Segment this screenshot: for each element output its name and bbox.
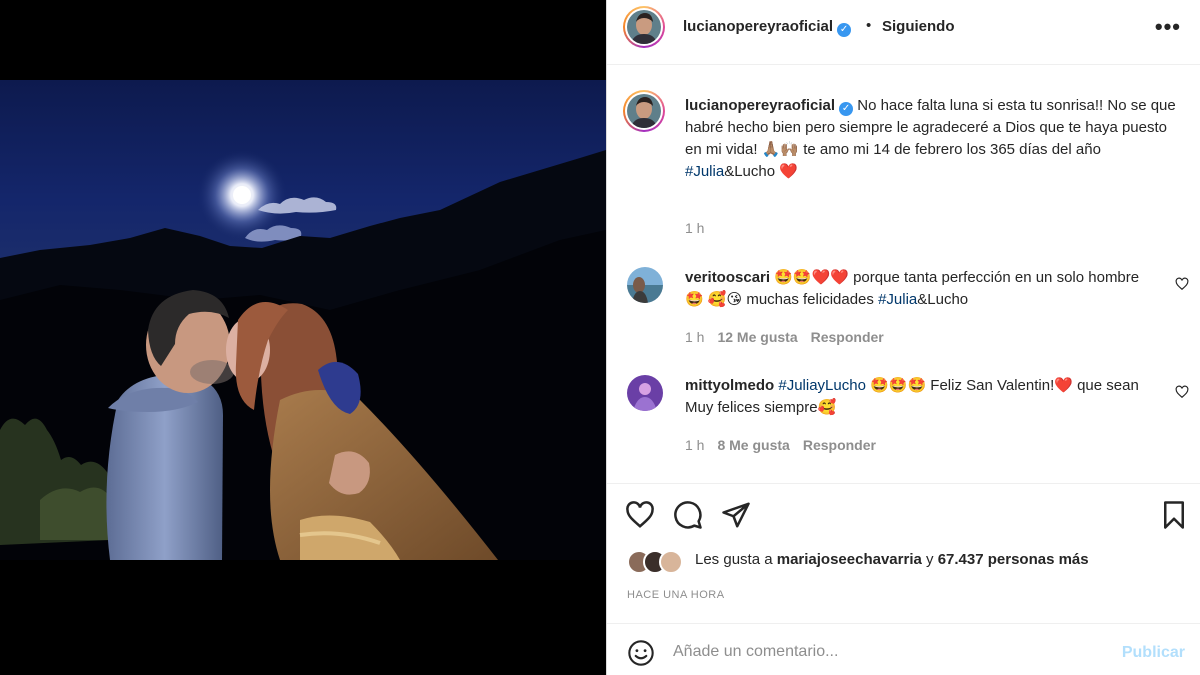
separator-dot: • [866,17,872,34]
post-details-panel: lucianopereyraoficial ✓ • Siguiendo ••• l… [606,0,1200,675]
hashtag-link[interactable]: #Julia [685,163,724,180]
comment-text: mittyolmedo #JuliayLucho 🤩🤩🤩 Feliz San V… [685,375,1155,419]
comment-likes[interactable]: 8 Me gusta [717,437,789,453]
more-horizontal-icon[interactable]: ••• [1155,14,1181,40]
hashtag-link[interactable]: #JuliayLucho [778,377,866,394]
avatar-portrait [627,375,663,411]
avatar-portrait [627,94,661,128]
avatar-portrait [627,10,661,44]
following-button[interactable]: Siguiendo [882,18,955,35]
comment-meta: 1 h 8 Me gusta Responder [685,437,889,453]
comment-likes[interactable]: 12 Me gusta [717,329,797,345]
hashtag-link[interactable]: #Julia [878,291,917,308]
caption-text: lucianopereyraoficial ✓ No hace falta lun… [685,95,1185,183]
post-photo[interactable] [0,0,606,675]
comment-heart-icon[interactable] [1175,385,1189,399]
comment-input[interactable] [673,638,1113,666]
caption-time[interactable]: 1 h [685,220,704,236]
commenter-username[interactable]: mittyolmedo [685,377,774,394]
verified-check-icon: ✓ [837,23,852,37]
reply-button[interactable]: Responder [811,329,884,345]
couple-night-photo [0,0,606,675]
comment-heart-icon[interactable] [1175,277,1189,291]
caption-author-avatar[interactable] [623,90,665,132]
caption-hashtag-tail: &Lucho [724,163,776,180]
avatar-portrait [627,267,663,303]
bookmark-icon[interactable] [1159,500,1189,530]
commenter-avatar[interactable] [627,267,663,303]
paper-plane-icon[interactable] [721,500,751,530]
liker-avatar [659,550,683,574]
comment-body-tail: &Lucho [917,291,969,308]
commenter-avatar[interactable] [627,375,663,411]
comment-time[interactable]: 1 h [685,437,704,453]
likes-conjunction: y [921,551,938,568]
comment-icon[interactable] [673,500,703,530]
smiley-icon[interactable] [627,639,655,667]
author-username[interactable]: lucianopereyraoficial ✓ [683,18,852,37]
post-timestamp[interactable]: HACE UNA HORA [627,589,725,601]
comment-time[interactable]: 1 h [685,329,704,345]
post-actions: Les gusta a mariajoseechavarria y 67.437… [607,483,1200,623]
liker-username[interactable]: mariajoseechavarria [777,551,922,568]
likes-summary[interactable]: Les gusta a mariajoseechavarria y 67.437… [695,551,1089,568]
publish-button[interactable]: Publicar [1122,644,1185,662]
comment-meta: 1 h 12 Me gusta Responder [685,329,897,345]
caption-heart-emoji: ❤️ [775,163,798,180]
author-avatar[interactable] [623,6,665,48]
likes-count[interactable]: 67.437 personas más [938,551,1089,568]
add-comment-bar: Publicar [607,623,1200,675]
likes-prefix: Les gusta a [695,551,777,568]
reply-button[interactable]: Responder [803,437,876,453]
comment-text: veritooscari 🤩🤩❤️❤️ porque tanta perfecc… [685,267,1155,311]
post-header: lucianopereyraoficial ✓ • Siguiendo ••• [607,0,1200,65]
caption-author-username[interactable]: lucianopereyraoficial ✓ [685,97,854,116]
heart-icon[interactable] [625,500,655,530]
verified-check-icon: ✓ [839,102,854,116]
commenter-username[interactable]: veritooscari [685,269,770,286]
